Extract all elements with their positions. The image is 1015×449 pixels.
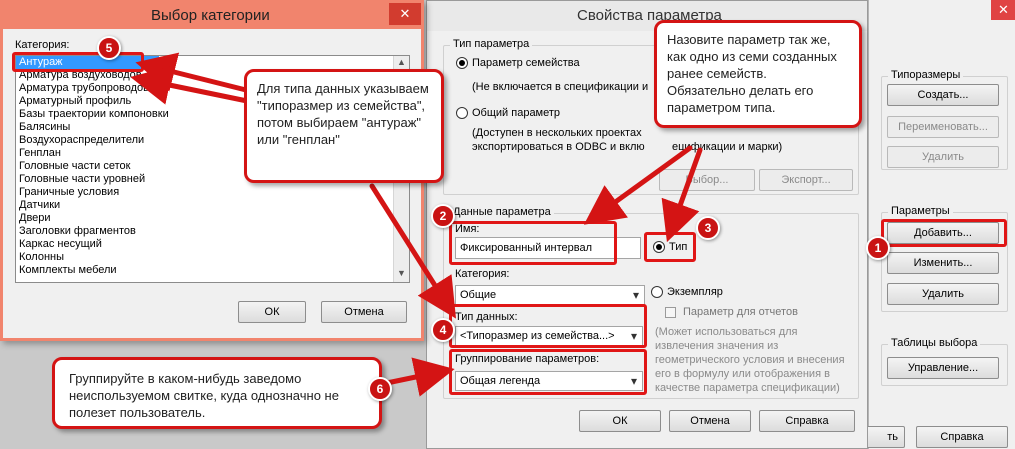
instance-radio[interactable]	[651, 286, 663, 298]
param-data-group-title: Данные параметра	[450, 206, 554, 218]
list-item[interactable]: Заголовки фрагментов	[16, 225, 409, 238]
report-param-label: Параметр для отчетов	[683, 306, 798, 318]
category-dialog-close-button[interactable]: ✕	[389, 3, 421, 25]
delete-type-button[interactable]: Удалить	[887, 146, 999, 168]
family-help-button[interactable]: Справка	[916, 426, 1008, 448]
category-dialog-titlebar: Выбор категории ✕	[3, 3, 421, 29]
typesizes-group-title: Типоразмеры	[888, 69, 964, 81]
step-marker-1: 1	[866, 236, 890, 260]
cancel-button[interactable]: Отмена	[669, 410, 751, 432]
category-dialog-title: Выбор категории	[151, 7, 270, 24]
callout-grouping: Группируйте в каком-нибудь заведомо неис…	[52, 357, 382, 429]
list-item[interactable]: Граничные условия	[16, 186, 409, 199]
category-list-label: Категория:	[15, 39, 70, 51]
callout-name: Назовите параметр так же, как одно из се…	[654, 20, 862, 128]
select-shared-button[interactable]: Выбор...	[659, 169, 755, 191]
list-item[interactable]: Датчики	[16, 199, 409, 212]
family-param-label: Параметр семейства	[472, 57, 580, 69]
ok-button[interactable]: ОК	[579, 410, 661, 432]
shared-param-radio[interactable]	[456, 107, 468, 119]
highlight-datatype	[449, 304, 647, 348]
modify-parameter-button[interactable]: Изменить...	[887, 252, 999, 274]
family-param-radio[interactable]	[456, 57, 468, 69]
shared-param-desc-2: экспортироваться в ODBC и вклю	[472, 141, 645, 153]
shared-param-label: Общий параметр	[472, 107, 561, 119]
create-type-button[interactable]: Создать...	[887, 84, 999, 106]
list-item[interactable]: Комплекты мебели	[16, 264, 409, 277]
report-desc-line: качестве параметра спецификации)	[655, 382, 840, 394]
category-label: Категория:	[455, 268, 510, 280]
delete-parameter-button[interactable]: Удалить	[887, 283, 999, 305]
lookup-tables-group-title: Таблицы выбора	[888, 337, 981, 349]
step-marker-6: 6	[368, 377, 392, 401]
category-select[interactable]: Общие	[455, 285, 645, 305]
shared-param-desc-3: ецификации и марки)	[672, 141, 783, 153]
highlight-add-button	[881, 219, 1007, 247]
callout-datatype: Для типа данных указываем "типоразмер из…	[244, 69, 444, 183]
shared-param-desc-1: (Доступен в нескольких проектах	[472, 127, 642, 139]
step-marker-4: 4	[431, 318, 455, 342]
list-item[interactable]: Каркас несущий	[16, 238, 409, 251]
category-cancel-button[interactable]: Отмена	[321, 301, 407, 323]
step-marker-5: 5	[97, 36, 121, 60]
report-param-checkbox[interactable]	[665, 307, 676, 318]
help-button[interactable]: Справка	[759, 410, 855, 432]
param-type-group-title: Тип параметра	[450, 38, 533, 50]
report-desc-line: (Может использоваться для	[655, 326, 798, 338]
manage-lookup-button[interactable]: Управление...	[887, 357, 999, 379]
rename-type-button[interactable]: Переименовать...	[887, 116, 999, 138]
family-param-desc: (Не включается в спецификации и	[472, 81, 649, 93]
scroll-down-arrow-icon[interactable]: ▼	[397, 268, 406, 278]
report-desc-line: его в формулу или отображения в	[655, 368, 830, 380]
report-desc-line: извлечения значения из	[655, 340, 779, 352]
report-param-description: (Может использоваться для извлечения зна…	[655, 325, 855, 395]
scroll-up-arrow-icon[interactable]: ▲	[397, 57, 406, 67]
window-close-button[interactable]: ✕	[991, 0, 1015, 20]
report-desc-line: геометрического условия и внесения	[655, 354, 845, 366]
highlight-name-field	[449, 221, 617, 265]
step-marker-3: 3	[696, 216, 720, 240]
category-ok-button[interactable]: ОК	[238, 301, 306, 323]
params-group-title: Параметры	[888, 205, 953, 217]
ok-button-partial[interactable]: ть	[865, 426, 905, 448]
highlight-type-radio	[644, 232, 696, 262]
export-shared-button[interactable]: Экспорт...	[759, 169, 853, 191]
instance-radio-label: Экземпляр	[667, 286, 723, 298]
step-marker-2: 2	[431, 204, 455, 228]
list-item[interactable]: Двери	[16, 212, 409, 225]
highlight-grouping	[449, 349, 647, 395]
highlight-antourage	[12, 52, 144, 72]
list-item[interactable]: Колонны	[16, 251, 409, 264]
